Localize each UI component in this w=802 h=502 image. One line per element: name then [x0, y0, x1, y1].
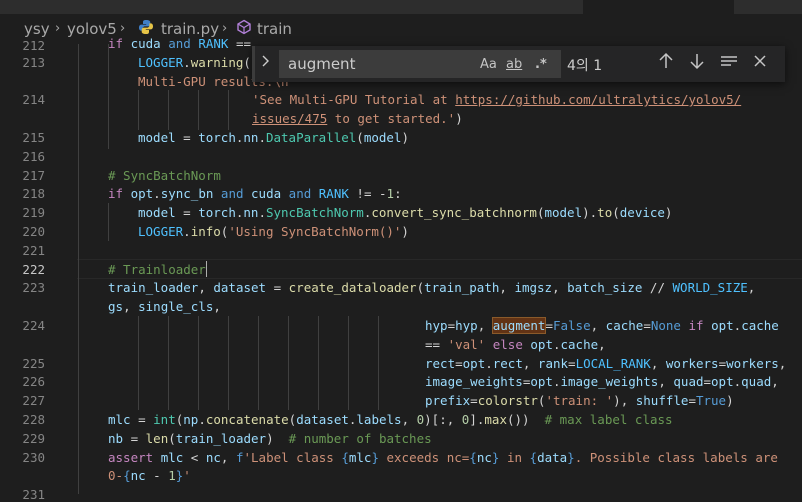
indent-guide	[228, 90, 229, 130]
code-line: rect=opt.rect, rank=LOCAL_RANK, workers=…	[425, 356, 787, 371]
code-line: # SyncBatchNorm	[108, 168, 221, 183]
indent-guide	[108, 203, 109, 241]
indent-guide	[138, 316, 139, 410]
match-whole-word-button[interactable]: ab	[506, 57, 522, 72]
line-number: 217	[22, 168, 45, 183]
line-number-current: 222	[22, 262, 45, 277]
line-number: 226	[22, 374, 45, 389]
match-count: 4의 1	[567, 58, 603, 74]
indent-guide	[228, 316, 229, 410]
code-line: issues/475 to get started.')	[252, 111, 463, 126]
line-number: 213	[22, 55, 45, 70]
indent-guide	[198, 316, 199, 410]
line-number: 220	[22, 224, 45, 239]
line-number: 225	[22, 356, 45, 371]
editor-tab[interactable]	[734, 0, 802, 14]
use-regex-button[interactable]: .*	[535, 57, 547, 72]
code-line: train_loader, dataset = create_dataloade…	[108, 280, 756, 295]
toggle-replace-chevron-icon[interactable]	[261, 54, 271, 72]
line-number: 224	[22, 318, 45, 333]
code-line: prefix=colorstr('train: '), shuffle=True…	[425, 393, 734, 408]
code-line: model = torch.nn.DataParallel(model)	[138, 130, 409, 145]
code-line: if cuda and RANK ==	[108, 36, 252, 51]
indent-guide	[258, 316, 259, 410]
line-number: 227	[22, 393, 45, 408]
indent-guide	[168, 90, 169, 130]
line-number: 230	[22, 450, 45, 465]
line-number: 229	[22, 431, 45, 446]
line-number: 221	[22, 243, 45, 258]
editor-tab-active[interactable]	[583, 0, 742, 14]
line-number: 212	[22, 38, 45, 53]
close-icon[interactable]	[753, 52, 767, 75]
indent-guide	[378, 316, 379, 410]
code-line: LOGGER.warning(	[138, 55, 251, 70]
indent-guide	[138, 90, 139, 130]
code-line: gs, single_cls,	[108, 299, 221, 314]
line-number: 228	[22, 412, 45, 427]
editor-tab[interactable]	[131, 0, 320, 14]
text-cursor	[206, 261, 207, 277]
code-line: image_weights=opt.image_weights, quad=op…	[425, 374, 779, 389]
line-number: 218	[22, 186, 45, 201]
line-number: 231	[22, 487, 45, 502]
line-number: 216	[22, 149, 45, 164]
code-line: # Trainloader	[108, 262, 206, 277]
breadcrumb-item-function[interactable]: train	[257, 20, 292, 38]
indent-guide	[78, 44, 79, 494]
indent-guide	[108, 44, 109, 149]
code-line: 0-{nc - 1}'	[108, 468, 191, 483]
editor-tab[interactable]	[0, 0, 139, 14]
find-input[interactable]	[286, 54, 470, 74]
match-case-button[interactable]: Aa	[480, 57, 497, 72]
find-input-box: Aa ab .*	[279, 50, 561, 78]
indent-guide	[318, 316, 319, 410]
line-number: 219	[22, 205, 45, 220]
indent-guide	[348, 316, 349, 410]
find-in-selection-button[interactable]	[720, 52, 738, 75]
code-line: hyp=hyp, augment=False, cache=None if op…	[425, 317, 779, 334]
code-line: == 'val' else opt.cache,	[425, 337, 606, 352]
indent-guide	[288, 316, 289, 410]
previous-match-button[interactable]	[658, 52, 674, 75]
chevron-right-icon: ›	[55, 21, 61, 36]
indent-guide	[198, 90, 199, 130]
code-line: 'See Multi-GPU Tutorial at https://githu…	[252, 92, 742, 107]
line-number: 214	[22, 92, 45, 107]
find-widget: Aa ab .* 4의 1	[252, 46, 785, 82]
next-match-button[interactable]	[689, 52, 705, 75]
chevron-right-icon: ›	[222, 21, 228, 36]
code-line: if opt.sync_bn and cuda and RANK != -1:	[108, 186, 402, 201]
code-line: model = torch.nn.SyncBatchNorm.convert_s…	[138, 205, 673, 220]
code-line: assert mlc < nc, f'Label class {mlc} exc…	[108, 450, 778, 465]
line-number: 215	[22, 130, 45, 145]
line-number: 223	[22, 280, 45, 295]
tab-bar	[0, 0, 802, 14]
breadcrumb-item-ysy[interactable]: ysy	[24, 20, 50, 38]
code-line: LOGGER.info('Using SyncBatchNorm()')	[138, 224, 409, 239]
indent-guide	[168, 316, 169, 410]
editor-tab[interactable]	[312, 0, 591, 14]
chevron-right-icon: ›	[120, 21, 126, 36]
code-line: mlc = int(np.concatenate(dataset.labels,…	[108, 412, 673, 427]
code-line: nb = len(train_loader) # number of batch…	[108, 431, 432, 446]
